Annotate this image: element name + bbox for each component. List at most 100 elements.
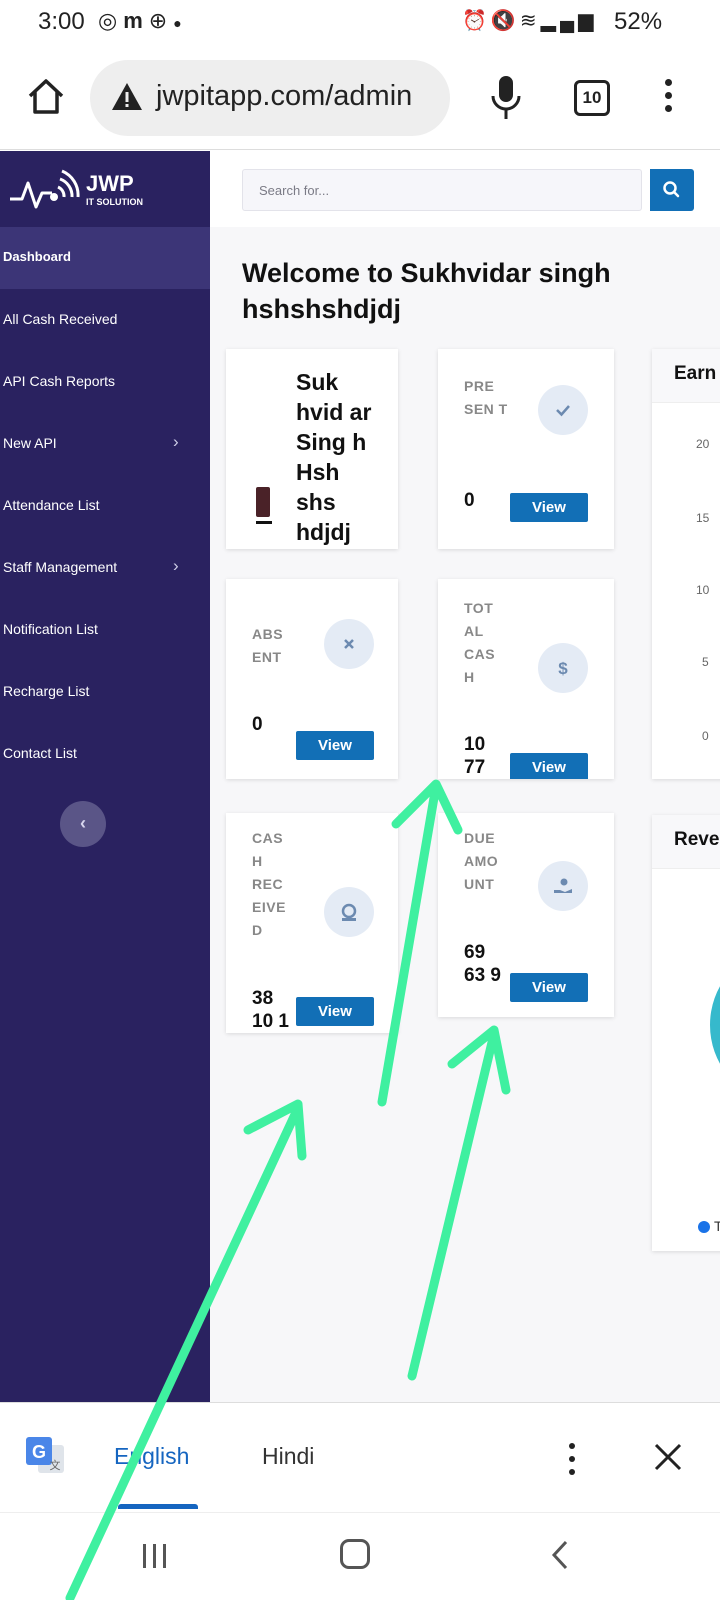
present-card: PRE SEN T 0 View [438,349,614,549]
svg-text:G: G [32,1442,46,1462]
absent-card: ABS ENT 0 View [226,579,398,779]
revenue-donut [710,955,720,1095]
sidebar-item-label: Staff Management [3,559,118,575]
home-icon[interactable] [24,74,68,118]
topbar: Search for... [210,151,720,227]
sidebar-item-label: Recharge List [3,683,90,699]
signal-icon: ▂▄▆ [540,10,598,32]
recent-apps-icon[interactable] [140,1541,170,1571]
due-amount-view-button[interactable]: View [510,973,588,1002]
google-translate-icon: G 文 [26,1437,64,1473]
mute-icon: 🔇 [490,10,520,32]
sidebar-item-contact-list[interactable]: Contact List [0,723,210,785]
close-icon[interactable] [648,1437,688,1477]
wifi-icon: ≋ [519,10,541,32]
card-value: 0 [252,714,263,735]
tab-switcher-button[interactable]: 10 [574,80,610,116]
y-tick: 0 [702,729,709,743]
dollar-icon: $ [558,659,568,678]
due-amount-card: DUE AMO UNT 69 63 9 View [438,813,614,1017]
y-tick: 10 [696,583,710,597]
sidebar: JWP IT SOLUTION Dashboard All Cash Recei… [0,151,210,1402]
cash-received-card: CAS H REC EIVE D 38 10 1 View [226,813,398,1033]
selected-tab-indicator [118,1504,198,1509]
app-grid-icon: ⊕ [148,8,174,33]
card-value: 0 [464,490,475,511]
url-text: jwpitapp.com/admin [156,80,413,112]
whatsapp-icon: ◎ [98,8,124,33]
brand-logo[interactable]: JWP IT SOLUTION [0,151,210,227]
sidebar-item-label: Notification List [3,621,98,637]
dollar-icon-circle: $ [538,643,588,693]
sidebar-item-dashboard[interactable]: Dashboard [0,227,210,289]
close-icon [344,639,354,649]
sidebar-item-new-api[interactable]: New API › [0,413,210,475]
back-icon[interactable] [548,1539,572,1571]
sidebar-item-notification-list[interactable]: Notification List [0,599,210,661]
present-view-button[interactable]: View [510,493,588,522]
translate-bar: G 文 English Hindi [0,1402,720,1512]
language-tab-hindi[interactable]: Hindi [262,1443,314,1470]
hand-coin-icon-circle [538,861,588,911]
sidebar-item-label: New API [3,435,57,451]
y-tick: 20 [696,437,710,451]
profile-name: Suk hvid ar Sing h Hsh shs hdjdj [296,369,372,545]
alarm-icon: ⏰ [462,10,491,32]
notification-icons: ◎m⊕● [98,8,188,34]
search-input[interactable]: Search for... [242,169,642,211]
clock: 3:00 [38,8,85,35]
card-value: 38 10 1 [252,988,289,1032]
card-value: 10 77 40 [464,734,486,778]
system-nav-bar [0,1512,720,1600]
y-tick: 5 [702,655,709,669]
sidebar-item-staff-management[interactable]: Staff Management › [0,537,210,599]
total-cash-card: TOT AL CAS H $ 10 77 40 View [438,579,614,779]
hand-coin-icon [554,878,572,893]
system-icons: ⏰🔇≋▂▄▆ [462,8,598,33]
avatar [256,487,272,524]
close-icon-circle [324,619,374,669]
check-icon [556,405,570,417]
home-button[interactable] [340,1539,370,1569]
total-cash-view-button[interactable]: View [510,753,588,779]
search-placeholder: Search for... [259,183,330,198]
search-button[interactable] [650,169,694,211]
chevron-left-icon: ‹ [80,813,86,833]
card-title: DUE AMO UNT [464,830,499,892]
legend-label: T [714,1218,720,1234]
absent-view-button[interactable]: View [296,731,374,760]
status-bar: 3:00 ◎m⊕● ⏰🔇≋▂▄▆ 52% [0,0,720,48]
card-title: ABS ENT [252,626,284,665]
coin-icon [341,903,357,921]
card-title: PRE SEN T [464,378,508,417]
signal-wave-icon [10,169,80,209]
check-icon-circle [538,385,588,435]
sidebar-item-api-cash-reports[interactable]: API Cash Reports [0,351,210,413]
chevron-right-icon: › [173,556,179,575]
language-tab-english[interactable]: English [114,1443,189,1470]
chevron-right-icon: › [173,432,179,451]
sidebar-item-all-cash-received[interactable]: All Cash Received [0,289,210,351]
m-app-icon: m [123,8,149,33]
brand-tagline: IT SOLUTION [86,197,143,207]
phone-screen: 3:00 ◎m⊕● ⏰🔇≋▂▄▆ 52% jwpitapp.com/admin … [0,0,720,1600]
translate-menu-icon[interactable] [566,1441,578,1481]
browser-toolbar: jwpitapp.com/admin 10 [0,48,720,150]
earnings-title: Earn [674,363,717,384]
svg-text:$: $ [558,659,568,678]
sidebar-item-label: Dashboard [3,249,71,264]
cash-received-view-button[interactable]: View [296,997,374,1026]
sidebar-item-attendance-list[interactable]: Attendance List [0,475,210,537]
sidebar-item-recharge-list[interactable]: Recharge List [0,661,210,723]
earnings-chart-panel: Earn 20 15 10 5 0 [652,349,720,779]
sidebar-item-label: Attendance List [3,497,100,513]
coin-icon-circle [324,887,374,937]
warning-icon [112,83,142,110]
sidebar-collapse-button[interactable]: ‹ [60,801,106,847]
brand-name: JWP [86,171,134,196]
profile-card: Suk hvid ar Sing h Hsh shs hdjdj [226,349,398,549]
address-bar[interactable]: jwpitapp.com/admin [90,60,450,136]
browser-menu-icon[interactable] [660,76,676,120]
mic-icon[interactable] [486,74,526,122]
card-value: 69 63 9 [464,942,501,986]
